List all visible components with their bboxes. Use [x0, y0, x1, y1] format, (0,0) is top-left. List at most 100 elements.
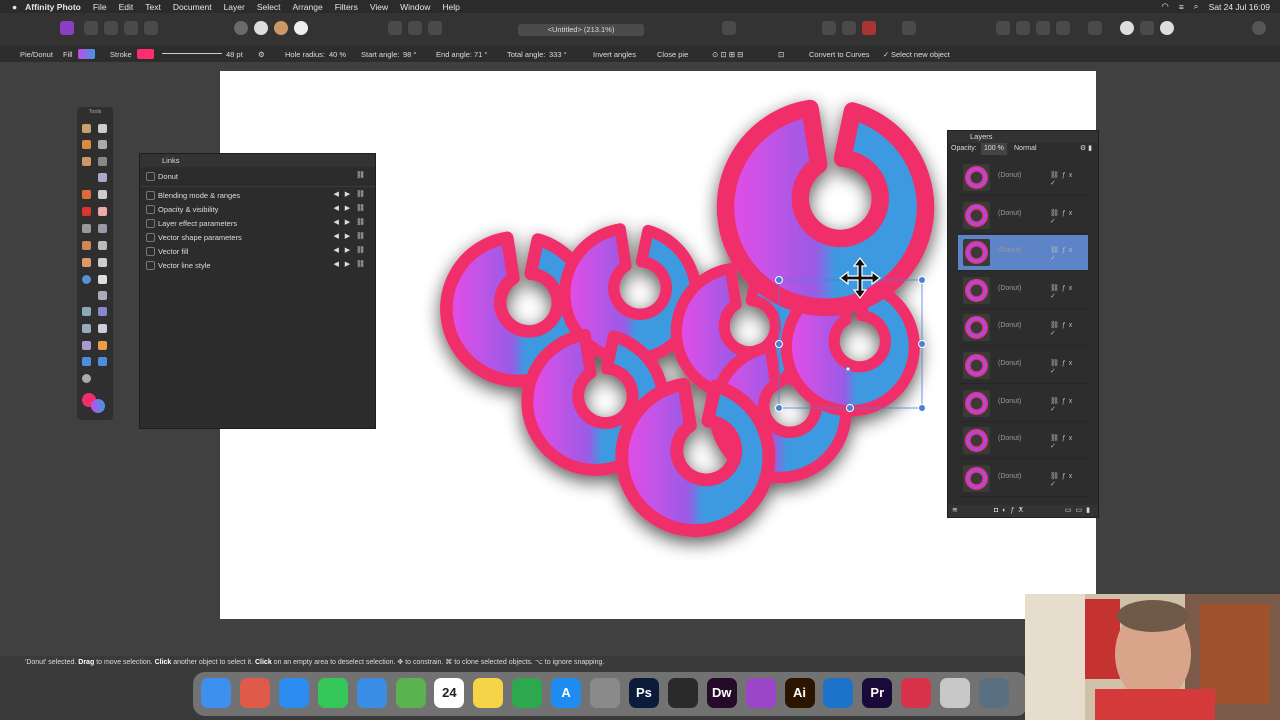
notes-icon[interactable]	[473, 678, 504, 708]
layer-settings-icon[interactable]: ⚙ ▮	[1080, 143, 1092, 155]
layer-options-icon[interactable]: ⛓ƒx ✓	[1050, 434, 1088, 450]
photo-persona-icon[interactable]	[60, 21, 74, 35]
menu-filters[interactable]: Filters	[335, 2, 358, 12]
app-menu[interactable]: Affinity Photo	[25, 2, 81, 12]
links-object-row[interactable]: Donut ⛓	[140, 170, 375, 183]
link-row-line-style[interactable]: Vector line style ◀ ▶ ⛓	[140, 259, 375, 272]
hand-tool-icon[interactable]	[82, 124, 91, 133]
layer-options-icon[interactable]: ⛓ƒx ✓	[1050, 397, 1088, 413]
layer-row[interactable]: (Donut) ⛓ƒx ✓	[958, 423, 1088, 460]
link-row-shape-params[interactable]: Vector shape parameters ◀ ▶ ⛓	[140, 231, 375, 244]
align-icon[interactable]	[1088, 21, 1102, 35]
hole-radius-field[interactable]: 40 %	[329, 50, 346, 59]
menu-file[interactable]: File	[93, 2, 107, 12]
selection-brush-icon[interactable]	[82, 157, 91, 166]
assistant-icon[interactable]	[902, 21, 916, 35]
layer-options-icon[interactable]: ⛓ƒx ✓	[1050, 171, 1088, 187]
contrast-icon[interactable]	[254, 21, 268, 35]
refine-icon[interactable]	[428, 21, 442, 35]
arrange-back-icon[interactable]	[996, 21, 1010, 35]
layer-row[interactable]: (Donut) ⛓ƒx ✓	[958, 348, 1088, 384]
preview-icon[interactable]	[940, 678, 971, 708]
creative-cloud-icon[interactable]	[901, 678, 932, 708]
blend-mode-select[interactable]: Normal	[1014, 143, 1037, 155]
link-row-blending[interactable]: Blending mode & ranges ◀ ▶ ⛓	[140, 189, 375, 202]
layer-row[interactable]: (Donut) ⛓ƒx ✓	[958, 272, 1088, 309]
sampler-icon[interactable]	[82, 374, 91, 383]
quick-mask-icon[interactable]	[722, 21, 736, 35]
white-balance-icon[interactable]	[294, 21, 308, 35]
develop-persona-icon[interactable]	[104, 21, 118, 35]
snapping-toggle-icon[interactable]	[862, 21, 876, 35]
link-arrows-icon[interactable]: ◀ ▶ ⛓	[333, 260, 367, 268]
link-row-layer-effects[interactable]: Layer effect parameters ◀ ▶ ⛓	[140, 217, 375, 230]
grid-icon[interactable]	[822, 21, 836, 35]
app-store-icon[interactable]: A	[551, 678, 582, 708]
stroke-swatch[interactable]	[137, 49, 154, 59]
mail-icon[interactable]	[356, 678, 387, 708]
pen-tool-icon[interactable]	[82, 258, 91, 267]
dodge-brush-icon[interactable]	[82, 207, 91, 216]
checkbox[interactable]	[146, 205, 155, 214]
node-tool-icon[interactable]	[98, 258, 107, 267]
fill-swatch[interactable]	[78, 49, 95, 59]
insert-icon[interactable]	[1140, 21, 1154, 35]
checkbox[interactable]	[146, 261, 155, 270]
menu-layer[interactable]: Layer	[224, 2, 245, 12]
paint-brush-icon[interactable]	[82, 190, 91, 199]
color-wheel-icon[interactable]	[274, 21, 288, 35]
transform-icon[interactable]: ⊙ ⊡ ⊞ ⊟	[712, 50, 743, 59]
launchpad-icon[interactable]	[239, 678, 270, 708]
export-icon[interactable]	[1160, 21, 1174, 35]
end-angle-field[interactable]: 71 °	[474, 50, 487, 59]
layer-row[interactable]: (Donut) ⛓ƒx ✓	[958, 160, 1088, 196]
convert-to-curves-button[interactable]: Convert to Curves	[809, 50, 869, 59]
link-row-opacity[interactable]: Opacity & visibility ◀ ▶ ⛓	[140, 203, 375, 216]
obs-icon[interactable]	[667, 678, 698, 708]
object-checkbox[interactable]	[146, 172, 155, 181]
layer-options-icon[interactable]: ⛓ƒx ✓	[1050, 472, 1088, 488]
layer-options-icon[interactable]: ⛓ƒx ✓	[1050, 359, 1088, 375]
link-icon[interactable]: ⛓	[356, 171, 367, 179]
erase-brush-icon[interactable]	[98, 190, 107, 199]
blur-brush-icon[interactable]	[98, 241, 107, 250]
arrange-backward-icon[interactable]	[1016, 21, 1030, 35]
clone-brush-icon[interactable]	[82, 224, 91, 233]
red-eye-icon[interactable]	[82, 324, 91, 333]
delete-layer-icon[interactable]: ▭▭▮	[1065, 506, 1094, 514]
link-arrows-icon[interactable]: ◀ ▶ ⛓	[333, 204, 367, 212]
calendar-icon[interactable]: 24	[434, 678, 465, 708]
move-tool-icon[interactable]	[98, 124, 107, 133]
gradient-tool-icon[interactable]	[82, 341, 91, 350]
transparency-tool-icon[interactable]	[98, 341, 107, 350]
messages-icon[interactable]	[317, 678, 348, 708]
safari-icon[interactable]	[278, 678, 309, 708]
healing-brush-icon[interactable]	[98, 224, 107, 233]
layer-options-icon[interactable]: ⛓ƒx ✓	[1050, 246, 1088, 262]
close-pie-button[interactable]: Close pie	[657, 50, 688, 59]
select-new-object-checkbox[interactable]: ✓	[883, 50, 889, 59]
mesh-warp-icon[interactable]	[82, 307, 91, 316]
control-center-icon[interactable]: ≡	[1179, 2, 1184, 12]
stroke-width-slider[interactable]	[162, 53, 222, 54]
screenshot-icon[interactable]	[979, 678, 1009, 708]
burn-brush-icon[interactable]	[98, 207, 107, 216]
photoshop-icon[interactable]: Ps	[628, 678, 659, 708]
clock[interactable]: Sat 24 Jul 16:09	[1209, 2, 1270, 12]
link-row-fill[interactable]: Vector fill ◀ ▶ ⛓	[140, 245, 375, 258]
affinity-designer-icon[interactable]	[823, 678, 854, 708]
settings-icon[interactable]: ⚙	[258, 50, 265, 59]
premiere-icon[interactable]: Pr	[862, 678, 893, 708]
layer-row[interactable]: (Donut) ⛓ƒx ✓	[958, 235, 1088, 272]
color-picker-icon[interactable]	[82, 140, 91, 149]
snapping-icon[interactable]	[842, 21, 856, 35]
smudge-brush-icon[interactable]	[82, 241, 91, 250]
document-title[interactable]: <Untitled> (213.1%)	[518, 24, 644, 36]
search-icon[interactable]: ⌕	[1194, 1, 1199, 12]
affinity-photo-icon[interactable]	[745, 678, 776, 708]
checkbox[interactable]	[146, 219, 155, 228]
layer-row[interactable]: (Donut) ⛓ƒx ✓	[958, 385, 1088, 422]
shape-tool-icon[interactable]	[82, 275, 91, 284]
menu-view[interactable]: View	[370, 2, 388, 12]
levels-icon[interactable]	[234, 21, 248, 35]
